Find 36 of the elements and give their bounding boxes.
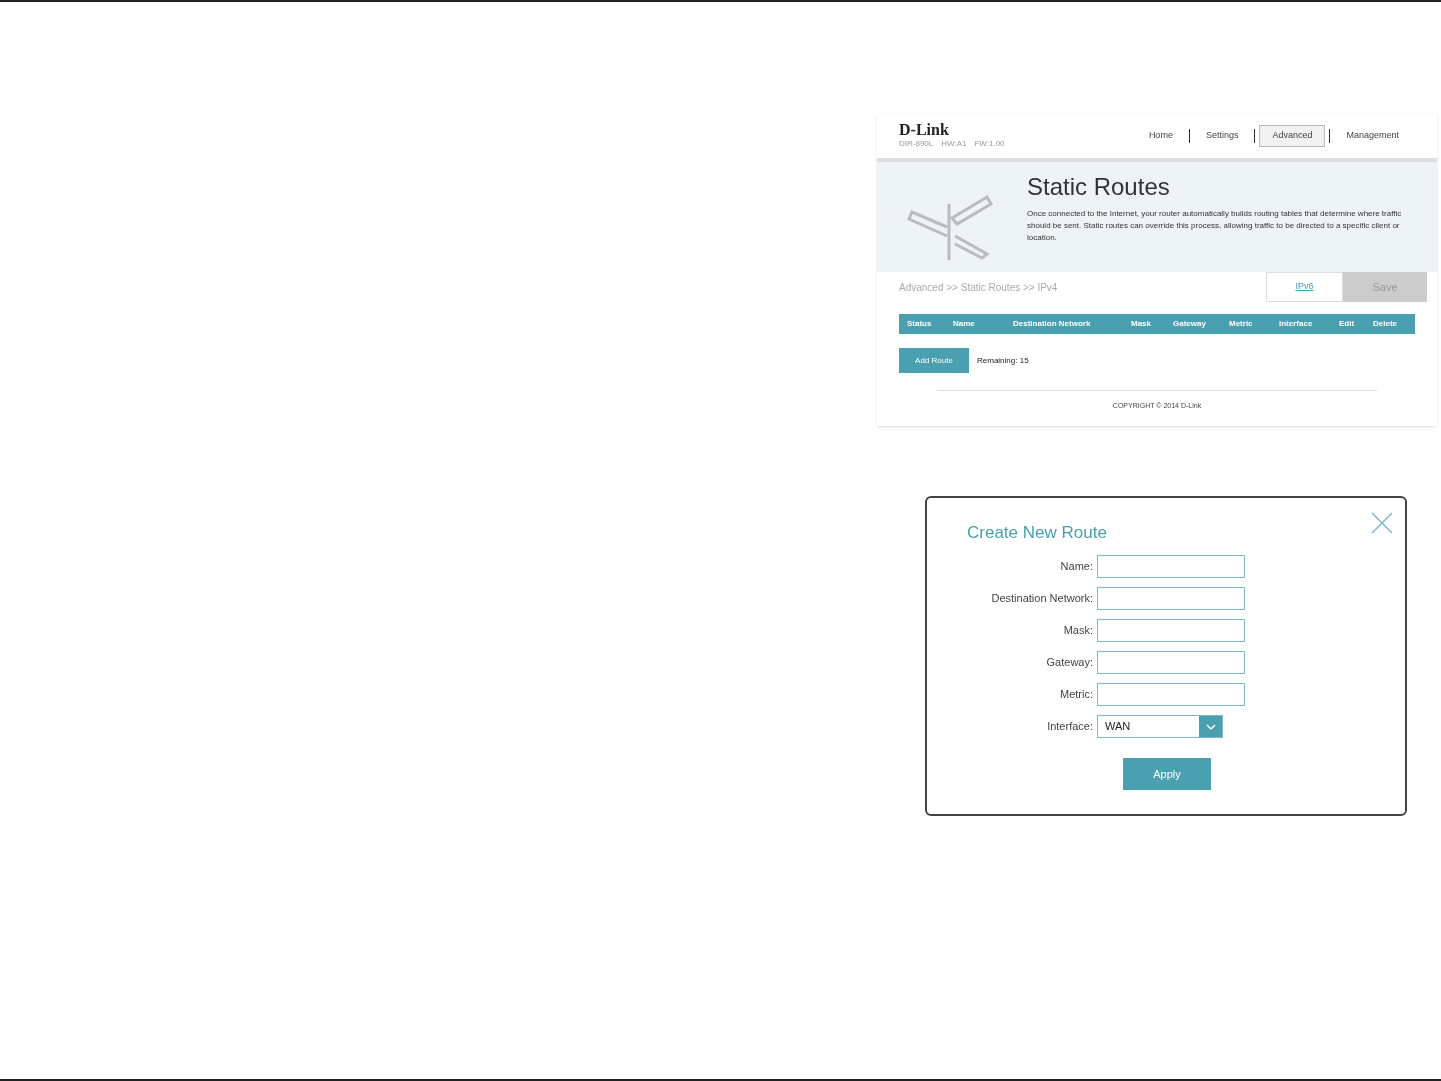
input-field[interactable] bbox=[1097, 587, 1245, 610]
device-info: HW:A1 bbox=[941, 138, 967, 150]
page-description: Once connected to the Internet, your router automatically builds routing tables that determine where traffic should be sent. Static routes can override this process, allowing traffic to be directed to a specific client or location. bbox=[1027, 208, 1403, 244]
remaining-count: Remaining: 15 bbox=[977, 354, 1029, 367]
device-info: DIR-890L bbox=[899, 138, 934, 150]
field-label: Destination Network: bbox=[990, 591, 1094, 607]
column-header: Delete bbox=[1373, 318, 1398, 330]
nav-tab[interactable]: Home bbox=[1136, 125, 1185, 147]
input-field[interactable] bbox=[1097, 683, 1245, 706]
chevron-down-icon bbox=[1205, 723, 1216, 730]
field-label: Metric: bbox=[1059, 687, 1094, 703]
input-field[interactable] bbox=[1097, 555, 1245, 578]
field-label: Gateway: bbox=[1045, 655, 1094, 671]
interface-select[interactable]: WAN bbox=[1097, 715, 1223, 738]
column-header: Interface bbox=[1279, 318, 1314, 330]
nav-tab[interactable]: Settings bbox=[1193, 125, 1251, 147]
field-label: Interface: bbox=[1046, 719, 1094, 735]
field-label: Name: bbox=[1059, 559, 1094, 575]
nav-tab[interactable]: Advanced bbox=[1259, 125, 1326, 147]
logo: D-Link bbox=[899, 122, 950, 138]
device-info: FW:1.00 bbox=[974, 138, 1005, 150]
input-field[interactable] bbox=[1097, 619, 1245, 642]
dialog-title: Create New Route bbox=[967, 521, 1107, 544]
column-header: Name bbox=[953, 318, 976, 330]
column-header: Mask bbox=[1131, 318, 1152, 330]
close-icon[interactable] bbox=[1371, 511, 1393, 534]
column-header: Status bbox=[907, 318, 933, 330]
field-label: Mask: bbox=[1062, 623, 1094, 639]
breadcrumb: Advanced >> Static Routes >> IPv4 bbox=[899, 280, 1059, 295]
page-title: Static Routes bbox=[1027, 172, 1171, 202]
input-field[interactable] bbox=[1097, 651, 1245, 674]
column-header: Edit bbox=[1339, 318, 1356, 330]
nav-tab[interactable]: Management bbox=[1334, 125, 1411, 147]
column-header: Metric bbox=[1229, 318, 1254, 330]
column-header: Gateway bbox=[1173, 318, 1207, 330]
column-header: Destination Network bbox=[1013, 318, 1092, 330]
